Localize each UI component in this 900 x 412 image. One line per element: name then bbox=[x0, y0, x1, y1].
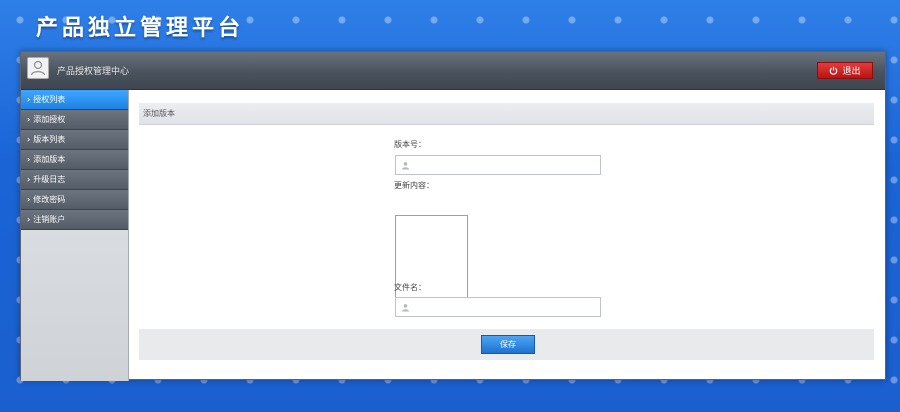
sidebar-item-label: 注销账户 bbox=[33, 215, 66, 224]
top-bar: 产品授权管理中心 退出 bbox=[21, 52, 885, 90]
sidebar-item-label: 版本列表 bbox=[33, 135, 66, 144]
sidebar-item-upgrade-log[interactable]: › 升级日志 bbox=[21, 170, 128, 190]
sidebar-item-label: 添加授权 bbox=[33, 115, 66, 124]
sidebar-item-version-list[interactable]: › 版本列表 bbox=[21, 130, 128, 150]
version-number-field[interactable] bbox=[395, 155, 601, 175]
chevron-right-icon: › bbox=[27, 195, 31, 204]
chevron-right-icon: › bbox=[27, 95, 31, 104]
sidebar-item-change-password[interactable]: › 修改密码 bbox=[21, 190, 128, 210]
app-window: 产品授权管理中心 退出 › 授权列表 › 添加授权 › 版本列表 › 添加版本 › 升级日… bbox=[20, 51, 886, 381]
chevron-right-icon: › bbox=[27, 215, 31, 224]
file-name-label: 文件名： bbox=[394, 283, 426, 292]
user-icon bbox=[401, 162, 410, 170]
sidebar-item-license-list[interactable]: › 授权列表 bbox=[21, 90, 128, 110]
logout-button[interactable]: 退出 bbox=[817, 62, 873, 79]
sidebar-item-add-license[interactable]: › 添加授权 bbox=[21, 110, 128, 130]
chevron-right-icon: › bbox=[27, 175, 31, 184]
power-icon bbox=[830, 66, 838, 75]
file-name-field[interactable] bbox=[395, 297, 601, 317]
app-title: 产品独立管理平台 bbox=[36, 16, 245, 41]
chevron-right-icon: › bbox=[27, 135, 31, 144]
sidebar-item-label: 修改密码 bbox=[33, 195, 66, 204]
chevron-right-icon: › bbox=[27, 155, 31, 164]
panel-title: 添加版本 bbox=[139, 103, 874, 125]
main-panel: 添加版本 版本号： 更新内容： 文件名： 保存 bbox=[139, 103, 874, 360]
version-form: 版本号： 更新内容： 文件名： bbox=[139, 125, 874, 329]
version-number-input[interactable] bbox=[414, 158, 594, 172]
avatar bbox=[27, 57, 49, 79]
sidebar: › 授权列表 › 添加授权 › 版本列表 › 添加版本 › 升级日志 › 修改密码 › 注销账… bbox=[21, 90, 129, 381]
sidebar-item-label: 升级日志 bbox=[33, 175, 66, 184]
sidebar-item-label: 添加版本 bbox=[33, 155, 66, 164]
sidebar-item-label: 授权列表 bbox=[33, 95, 66, 104]
user-icon bbox=[401, 304, 410, 312]
sidebar-item-logout-account[interactable]: › 注销账户 bbox=[21, 210, 128, 230]
file-name-input[interactable] bbox=[414, 300, 594, 314]
sidebar-item-add-version[interactable]: › 添加版本 bbox=[21, 150, 128, 170]
center-subtitle: 产品授权管理中心 bbox=[57, 67, 130, 77]
version-number-label: 版本号： bbox=[394, 140, 426, 149]
form-footer: 保存 bbox=[139, 329, 874, 360]
user-avatar-icon bbox=[30, 60, 46, 76]
chevron-right-icon: › bbox=[27, 115, 31, 124]
update-content-label: 更新内容： bbox=[394, 181, 434, 190]
logout-label: 退出 bbox=[842, 67, 861, 77]
save-button[interactable]: 保存 bbox=[481, 335, 535, 354]
